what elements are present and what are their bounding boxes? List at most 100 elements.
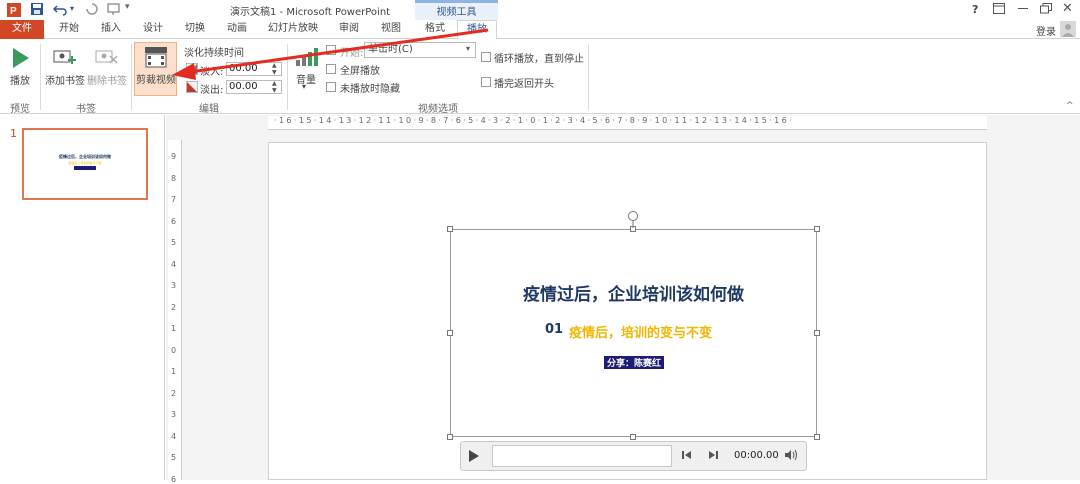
play-icon (13, 48, 29, 68)
close-icon[interactable]: ✕ (1062, 1, 1073, 16)
tab-review[interactable]: 审阅 (332, 20, 366, 39)
volume-icon (296, 48, 318, 66)
loop-label: 循环播放，直到停止 (494, 54, 584, 65)
slide-thumbnail[interactable]: 疫情过后，企业培训该如何做 疫情后，培训的变与不变 (22, 128, 148, 200)
trim-video-label: 剪裁视频 (136, 75, 176, 86)
vertical-ruler-tick: 7 (171, 195, 177, 204)
volume-dropdown-icon: ▾ (302, 82, 307, 91)
undo-icon[interactable] (52, 2, 69, 18)
tab-animations[interactable]: 动画 (220, 20, 254, 39)
fade-in-spinner-icon[interactable]: ▲ ▼ (272, 62, 277, 76)
vertical-ruler-tick: 5 (171, 453, 177, 462)
resize-handle[interactable] (814, 330, 820, 336)
collapse-ribbon-icon[interactable]: ^ (1066, 101, 1074, 111)
svg-text:P: P (10, 6, 17, 17)
start-select[interactable]: 单击时(C) (364, 42, 476, 58)
subtitle-text: 疫情后，培训的变与不变 (569, 326, 713, 341)
slide-number: 1 (10, 127, 17, 140)
vertical-ruler-tick: 3 (171, 410, 177, 419)
trim-video-button[interactable]: 剪裁视频 (134, 42, 177, 96)
thumbnail-subtitle: 疫情后，培训的变与不变 (68, 161, 102, 165)
resize-handle[interactable] (447, 226, 453, 232)
ruler-ticks: ·16·15·14·13·12·11·10·9·8·7·6·5·4·3·2·1·… (274, 116, 795, 125)
tab-design[interactable]: 设计 (136, 20, 170, 39)
restore-icon[interactable] (1040, 3, 1052, 17)
step-forward-icon[interactable] (708, 450, 718, 463)
start-label: 开始: (340, 48, 364, 59)
avatar[interactable] (1060, 21, 1076, 40)
rotate-handle-icon[interactable] (627, 210, 639, 231)
save-icon[interactable] (30, 2, 44, 18)
resize-handle[interactable] (630, 434, 636, 440)
vertical-ruler-tick: 2 (171, 388, 177, 398)
loop-checkbox[interactable] (481, 52, 491, 62)
vertical-ruler-tick: 8 (171, 173, 177, 183)
tab-insert[interactable]: 插入 (94, 20, 128, 39)
add-bookmark-label: 添加书签 (45, 76, 85, 87)
player-volume-icon[interactable] (784, 449, 798, 464)
group-separator (131, 44, 132, 110)
hide-not-playing-checkbox[interactable] (326, 82, 336, 92)
fade-out-spinner-icon[interactable]: ▲ ▼ (272, 80, 277, 94)
vertical-ruler: 9 8 7 6 5 4 3 2 1 0 1 2 3 4 5 6 (168, 140, 182, 484)
rewind-label: 播完返回开头 (494, 79, 554, 90)
volume-button[interactable]: 音量 ▾ (292, 44, 320, 96)
minimize-icon[interactable] (1018, 8, 1028, 9)
thumbnail-title: 疫情过后，企业培训该如何做 (59, 154, 111, 159)
powerpoint-logo-icon: P (6, 2, 22, 18)
tab-format[interactable]: 格式 (417, 20, 453, 39)
tab-playback[interactable]: 播放 (457, 20, 497, 40)
vertical-ruler-tick: 4 (171, 259, 177, 269)
add-bookmark-icon (53, 50, 76, 64)
fullscreen-label: 全屏播放 (340, 66, 380, 77)
fade-in-icon (185, 62, 199, 78)
undo-dropdown-icon[interactable]: ▾ (70, 4, 74, 20)
vertical-ruler-tick: 5 (171, 238, 177, 247)
resize-handle[interactable] (814, 226, 820, 232)
group-label-bookmarks: 书签 (76, 104, 96, 115)
horizontal-ruler: ·16·15·14·13·12·11·10·9·8·7·6·5·4·3·2·1·… (268, 116, 987, 130)
vertical-ruler-tick: 9 (171, 152, 177, 161)
resize-handle[interactable] (447, 330, 453, 336)
hide-not-playing-label: 未播放时隐藏 (340, 84, 400, 95)
rewind-checkbox[interactable] (481, 77, 491, 87)
vertical-ruler-tick: 6 (171, 474, 177, 484)
tab-home[interactable]: 开始 (52, 20, 86, 39)
fade-out-label: 淡出: (200, 85, 224, 96)
tab-view[interactable]: 视图 (374, 20, 408, 39)
customize-qat-icon[interactable]: ▾ (125, 2, 130, 18)
remove-bookmark-button[interactable]: 删除书签 (86, 45, 128, 95)
play-button[interactable]: 播放 (6, 45, 34, 95)
group-separator (287, 44, 288, 110)
help-button[interactable]: ? (972, 3, 978, 16)
signin-link[interactable]: 登录 (1036, 23, 1056, 38)
play-label: 播放 (10, 76, 30, 87)
fullscreen-checkbox[interactable] (326, 64, 336, 74)
step-back-icon[interactable] (682, 450, 692, 463)
group-separator (588, 44, 589, 110)
player-play-icon[interactable] (468, 449, 480, 466)
start-slideshow-icon[interactable] (106, 2, 122, 18)
add-bookmark-button[interactable]: 添加书签 (44, 45, 86, 95)
tab-transitions[interactable]: 切换 (178, 20, 212, 39)
group-label-video-options: 视频选项 (418, 104, 458, 115)
resize-handle[interactable] (814, 434, 820, 440)
tab-slideshow[interactable]: 幻灯片放映 (262, 20, 324, 39)
vertical-ruler-tick: 3 (171, 281, 177, 290)
fade-out-icon (185, 80, 199, 96)
vertical-ruler-tick: 0 (171, 345, 177, 355)
subtitle-number: 01 (545, 322, 564, 337)
player-time: 00:00.00 (734, 450, 779, 461)
vertical-ruler-tick: 1 (171, 367, 177, 376)
start-select-chevron-icon[interactable]: ▾ (466, 44, 470, 53)
vertical-ruler-tick: 1 (171, 324, 177, 333)
progress-track[interactable] (492, 445, 672, 467)
tab-file[interactable]: 文件 (0, 20, 44, 39)
ribbon-display-options-icon[interactable] (993, 3, 1005, 17)
resize-handle[interactable] (447, 434, 453, 440)
group-label-editing: 编辑 (199, 104, 219, 115)
thumbnail-presenter (74, 166, 96, 170)
remove-bookmark-icon (95, 50, 118, 64)
redo-icon[interactable] (85, 2, 99, 18)
presenter-badge: 分享：陈赛红 (604, 356, 665, 369)
